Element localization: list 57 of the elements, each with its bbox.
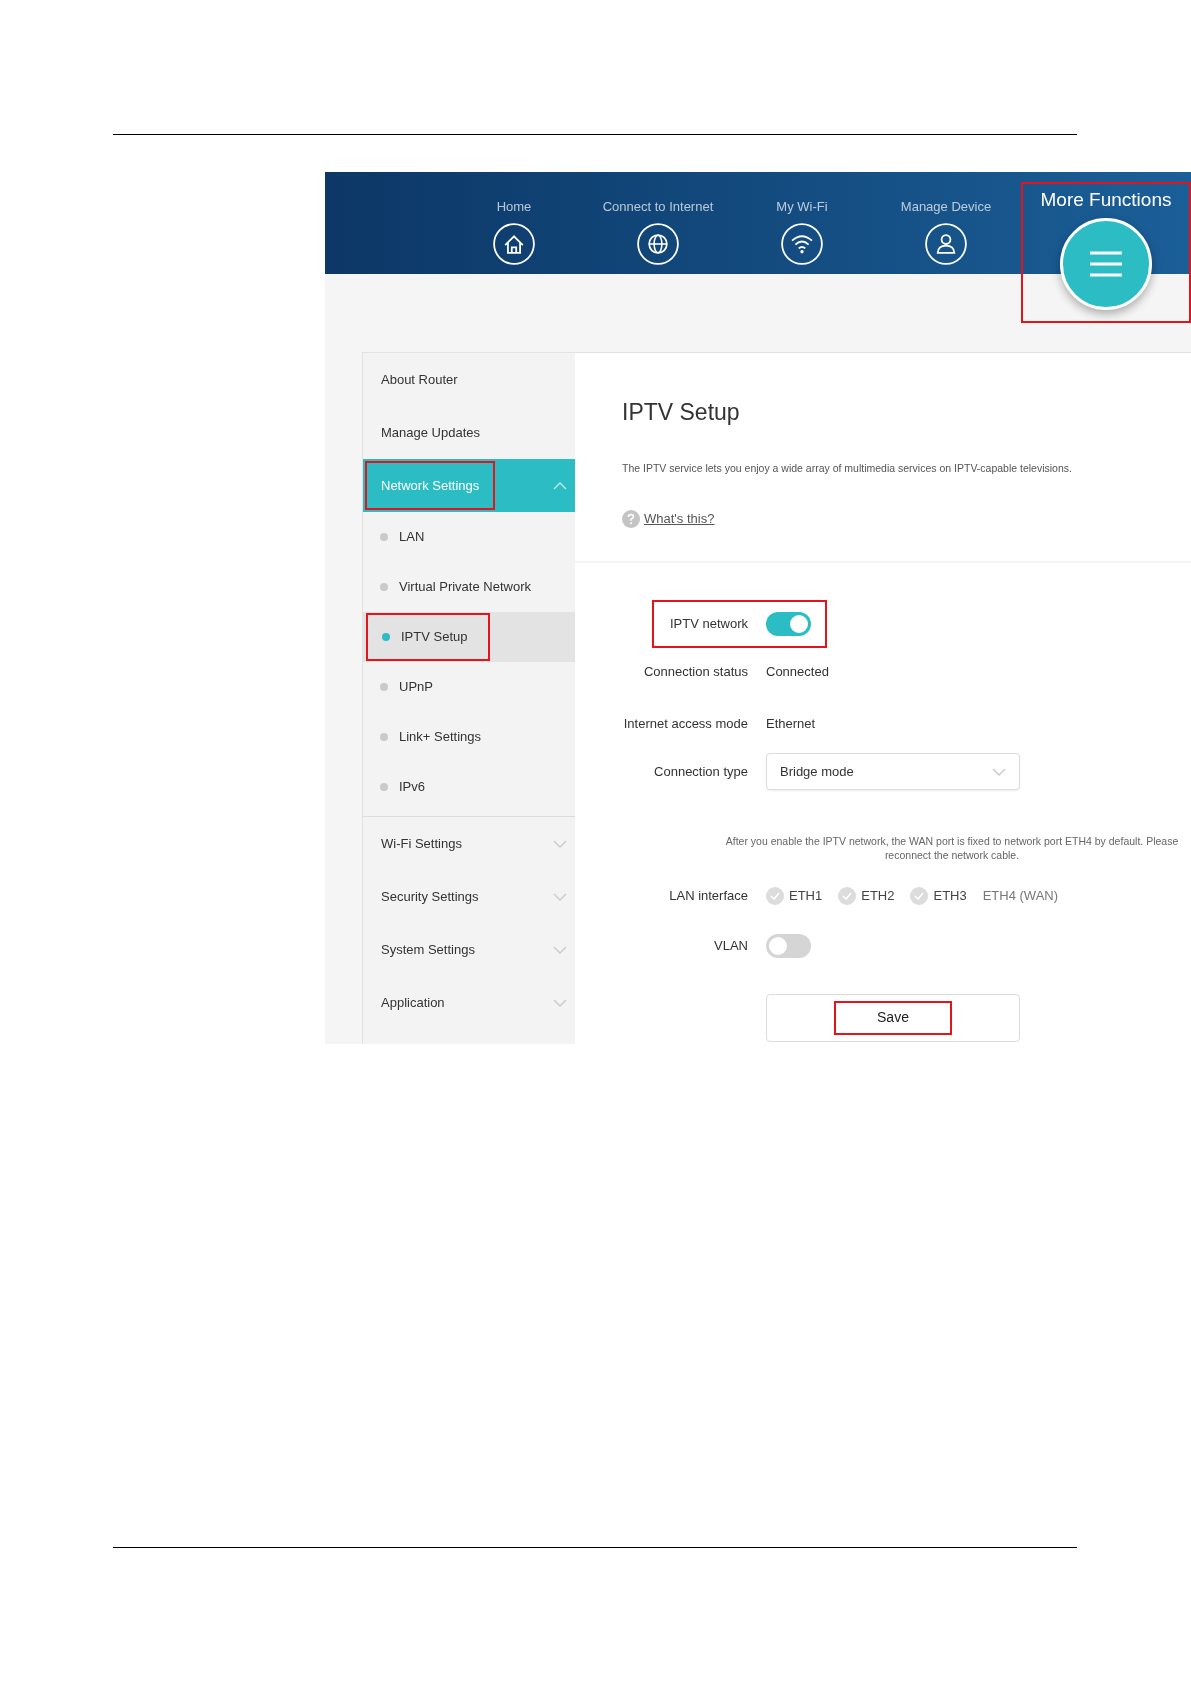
- checkbox[interactable]: [838, 886, 857, 905]
- checkbox[interactable]: [910, 886, 929, 905]
- globe-icon[interactable]: [637, 223, 679, 265]
- sidebar-subitem[interactable]: IPTV Setup: [363, 612, 575, 662]
- sidebar-item[interactable]: Manage Updates: [381, 422, 480, 443]
- sidebar-item[interactable]: Wi-Fi Settings: [381, 833, 462, 854]
- toggle-switch[interactable]: [766, 933, 811, 958]
- sidebar-subitem[interactable]: Link+ Settings: [363, 712, 575, 762]
- sidebar-label[interactable]: LAN: [399, 527, 425, 547]
- check-icon: [842, 891, 853, 900]
- sidebar-label[interactable]: Link+ Settings: [399, 727, 482, 747]
- sidebar-subitem[interactable]: IPv6: [363, 762, 575, 812]
- dropdown-field[interactable]: Bridge mode: [766, 753, 1020, 790]
- field-value: Connected: [766, 663, 829, 681]
- help-icon: [622, 509, 640, 528]
- field-label: Connection type: [653, 762, 749, 781]
- user-icon[interactable]: [925, 223, 967, 265]
- save-button[interactable]: Save: [766, 993, 1020, 1042]
- nav-label[interactable]: Connect to Internet: [602, 199, 714, 215]
- sidebar-item[interactable]: System Settings: [381, 939, 475, 960]
- nav-label[interactable]: Manage Device: [900, 199, 992, 215]
- toggle-switch[interactable]: [766, 612, 811, 636]
- note-text: After you enable the IPTV network, the WAN port is fixed to network port ETH4 by default. Please reconnect the network cable.: [724, 834, 1180, 862]
- nav-label[interactable]: My Wi-Fi: [776, 199, 828, 215]
- menu-icon: [1088, 250, 1124, 278]
- field-label: LAN interface: [668, 887, 749, 905]
- sidebar-label[interactable]: IPv6: [399, 777, 425, 797]
- field-label: IPTV network: [668, 615, 749, 634]
- nav-label[interactable]: Home: [496, 199, 532, 215]
- sidebar-label[interactable]: Virtual Private Network: [399, 577, 531, 597]
- sidebar-item[interactable]: Application: [381, 992, 445, 1013]
- description-text: The IPTV service lets you enjoy a wide array of multimedia services on IPTV-capable televisions.: [622, 461, 1073, 476]
- checkbox-label[interactable]: ETH1: [789, 886, 823, 906]
- checkbox[interactable]: [766, 886, 784, 905]
- check-icon: [914, 891, 925, 900]
- more-functions-label[interactable]: More Functions: [1040, 188, 1172, 212]
- sidebar-subitem[interactable]: LAN: [363, 512, 575, 562]
- checkbox-label[interactable]: ETH2: [861, 886, 895, 906]
- sidebar-item[interactable]: Security Settings: [381, 886, 479, 907]
- port-label: ETH4 (WAN): [982, 887, 1059, 905]
- field-label: Internet access mode: [622, 714, 749, 733]
- chevron-icon: [992, 767, 1006, 776]
- wifi-icon[interactable]: [781, 223, 823, 265]
- check-icon: [770, 891, 780, 900]
- sidebar-label[interactable]: IPTV Setup: [401, 627, 468, 647]
- sidebar-subitem[interactable]: Virtual Private Network: [363, 562, 575, 612]
- more-functions-button[interactable]: [1060, 218, 1152, 310]
- checkbox-label[interactable]: ETH3: [933, 886, 967, 906]
- field-label: Connection status: [642, 663, 749, 681]
- home-icon[interactable]: [493, 223, 535, 265]
- field-label: VLAN: [713, 936, 749, 955]
- field-value: Ethernet: [766, 714, 816, 733]
- sidebar-subitem[interactable]: UPnP: [363, 662, 575, 712]
- help-link[interactable]: What's this?: [644, 508, 715, 529]
- sidebar-label[interactable]: UPnP: [399, 677, 433, 697]
- sidebar-item[interactable]: About Router: [381, 369, 458, 390]
- page-title: IPTV Setup: [622, 398, 741, 426]
